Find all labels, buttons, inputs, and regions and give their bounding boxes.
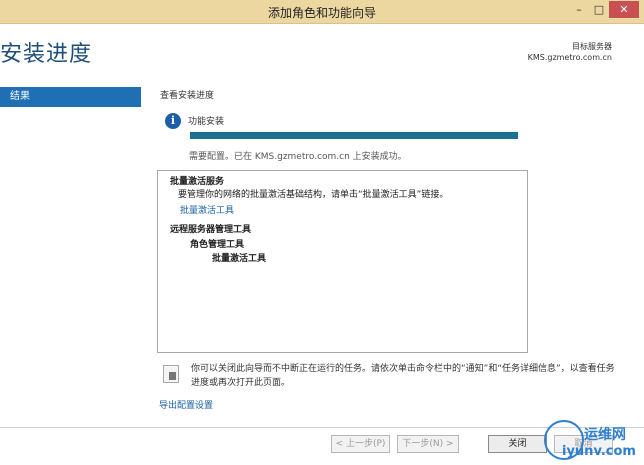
result-heading-rsat: 远程服务器管理工具 xyxy=(170,225,252,235)
maximize-button[interactable]: □ xyxy=(589,1,609,18)
previous-button[interactable]: < 上一步(P) xyxy=(331,435,390,453)
minimize-button[interactable]: – xyxy=(569,1,589,18)
window-title: 添加角色和功能向导 xyxy=(267,6,376,20)
target-server-label: 目标服务器 xyxy=(572,42,612,51)
close-window-button[interactable]: ✕ xyxy=(609,1,639,18)
watermark-domain: iyunv.com xyxy=(562,444,636,459)
nav-item-results[interactable]: 结果 xyxy=(0,87,141,107)
page-title: 安装进度 xyxy=(0,42,93,67)
title-bar: 添加角色和功能向导 – □ ✕ xyxy=(0,0,644,24)
info-note: 你可以关闭此向导而不中断正在运行的任务。请依次单击命令栏中的“通知”和“任务详细… xyxy=(191,364,615,388)
result-heading-vas: 批量激活服务 xyxy=(170,177,225,187)
watermark-text: 运维网 xyxy=(584,427,626,443)
result-role-tools: 角色管理工具 xyxy=(190,240,245,250)
results-panel: 批量激活服务 要管理你的网络的批量激活基础结构，请单击“批量激活工具”链接。 批… xyxy=(157,170,528,353)
notification-icon xyxy=(163,365,179,383)
feature-install-label: 功能安装 xyxy=(188,117,225,127)
result-vat: 批量激活工具 xyxy=(212,254,267,264)
export-config-link[interactable]: 导出配置设置 xyxy=(159,398,213,411)
target-server-name: KMS.gzmetro.com.cn xyxy=(527,53,612,62)
next-button[interactable]: 下一步(N) > xyxy=(397,435,459,453)
progress-bar xyxy=(190,132,518,139)
watermark-logo: 运维网 iyunv.com xyxy=(544,418,638,462)
result-description: 要管理你的网络的批量激活基础结构，请单击“批量激活工具”链接。 xyxy=(178,190,449,200)
info-icon: i xyxy=(165,113,181,129)
section-subtitle: 查看安装进度 xyxy=(160,91,215,101)
progress-fill xyxy=(190,132,518,139)
install-status: 需要配置。已在 KMS.gzmetro.com.cn 上安装成功。 xyxy=(189,152,407,162)
volume-activation-tools-link[interactable]: 批量激活工具 xyxy=(180,203,234,216)
close-button[interactable]: 关闭 xyxy=(488,435,547,453)
